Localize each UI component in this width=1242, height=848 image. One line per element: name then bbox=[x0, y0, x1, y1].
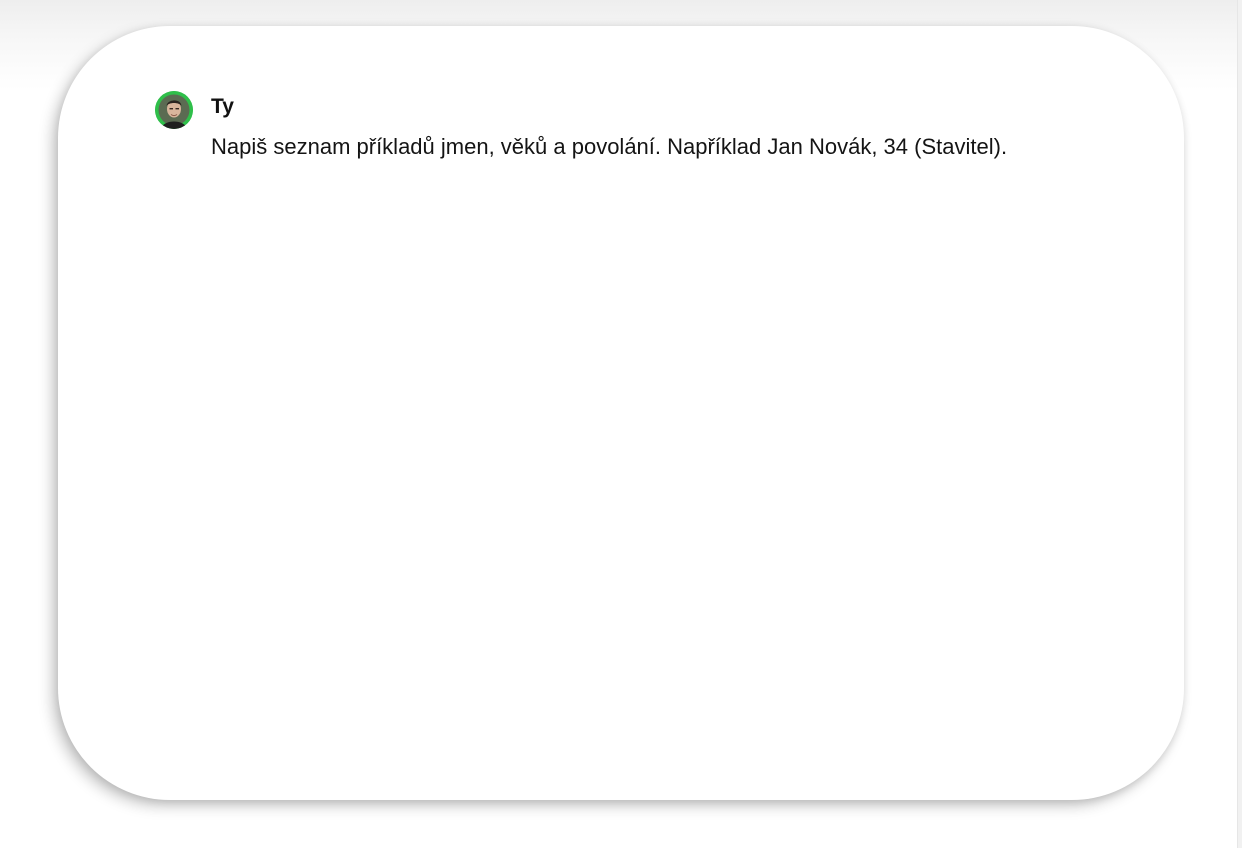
window-edge bbox=[1237, 0, 1242, 848]
message-author: Ty bbox=[211, 95, 234, 118]
chat-card: Ty Napiš seznam příkladů jmen, věků a po… bbox=[58, 26, 1184, 800]
message-text: Napiš seznam příkladů jmen, věků a povol… bbox=[211, 134, 1008, 159]
user-avatar-icon bbox=[155, 91, 193, 129]
